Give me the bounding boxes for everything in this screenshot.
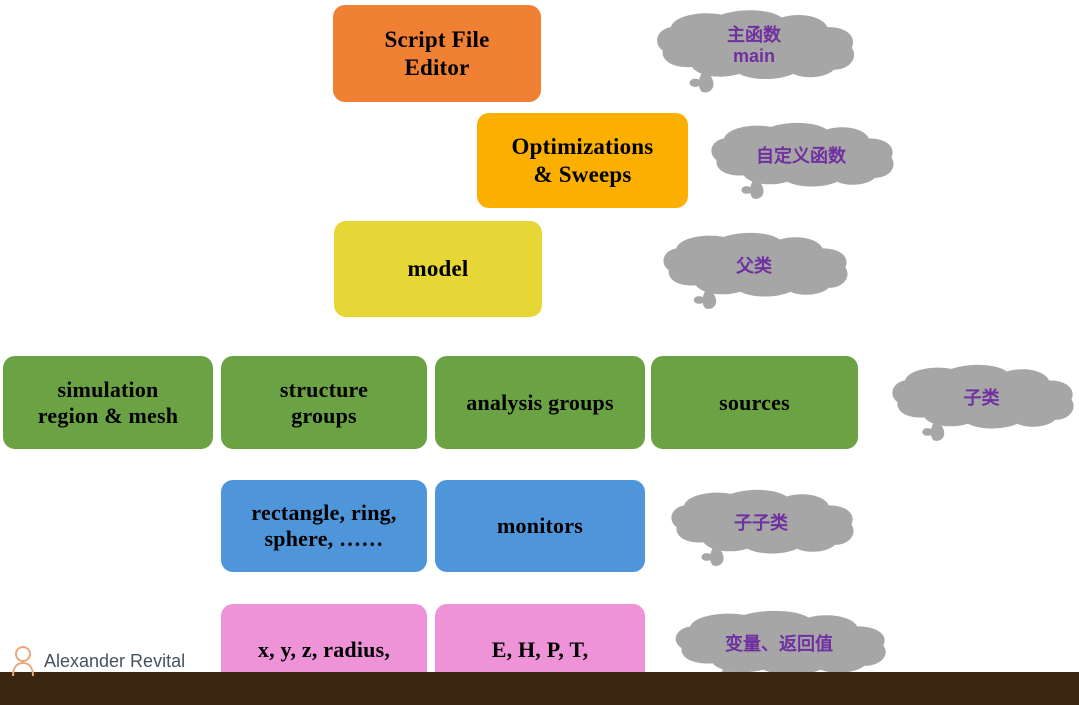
user-avatar-icon: [10, 645, 36, 677]
box-model[interactable]: model: [334, 221, 542, 317]
box-script-file-editor[interactable]: Script File Editor: [333, 5, 541, 102]
box-analysis-groups[interactable]: analysis groups: [435, 356, 645, 449]
slide-canvas: Script File Editor Optimizations & Sweeps…: [0, 0, 1079, 705]
box-monitors[interactable]: monitors: [435, 480, 645, 572]
box-optimizations-sweeps[interactable]: Optimizations & Sweeps: [477, 113, 688, 208]
author-credit: Alexander Revital: [10, 645, 185, 677]
thought-cloud-grandchild-class: 子子类: [663, 485, 859, 571]
box-simulation-region-mesh[interactable]: simulation region & mesh: [3, 356, 213, 449]
box-structure-groups[interactable]: structure groups: [221, 356, 427, 449]
thought-cloud-custom-function: 自定义函数: [703, 118, 899, 204]
thought-cloud-parent-class: 父类: [655, 228, 853, 314]
box-shapes[interactable]: rectangle, ring, sphere, ……: [221, 480, 427, 572]
author-name: Alexander Revital: [44, 650, 186, 671]
thought-cloud-main-function: 主函数 main: [648, 5, 860, 98]
box-sources[interactable]: sources: [651, 356, 858, 449]
thought-cloud-child-class: 子类: [884, 360, 1079, 446]
